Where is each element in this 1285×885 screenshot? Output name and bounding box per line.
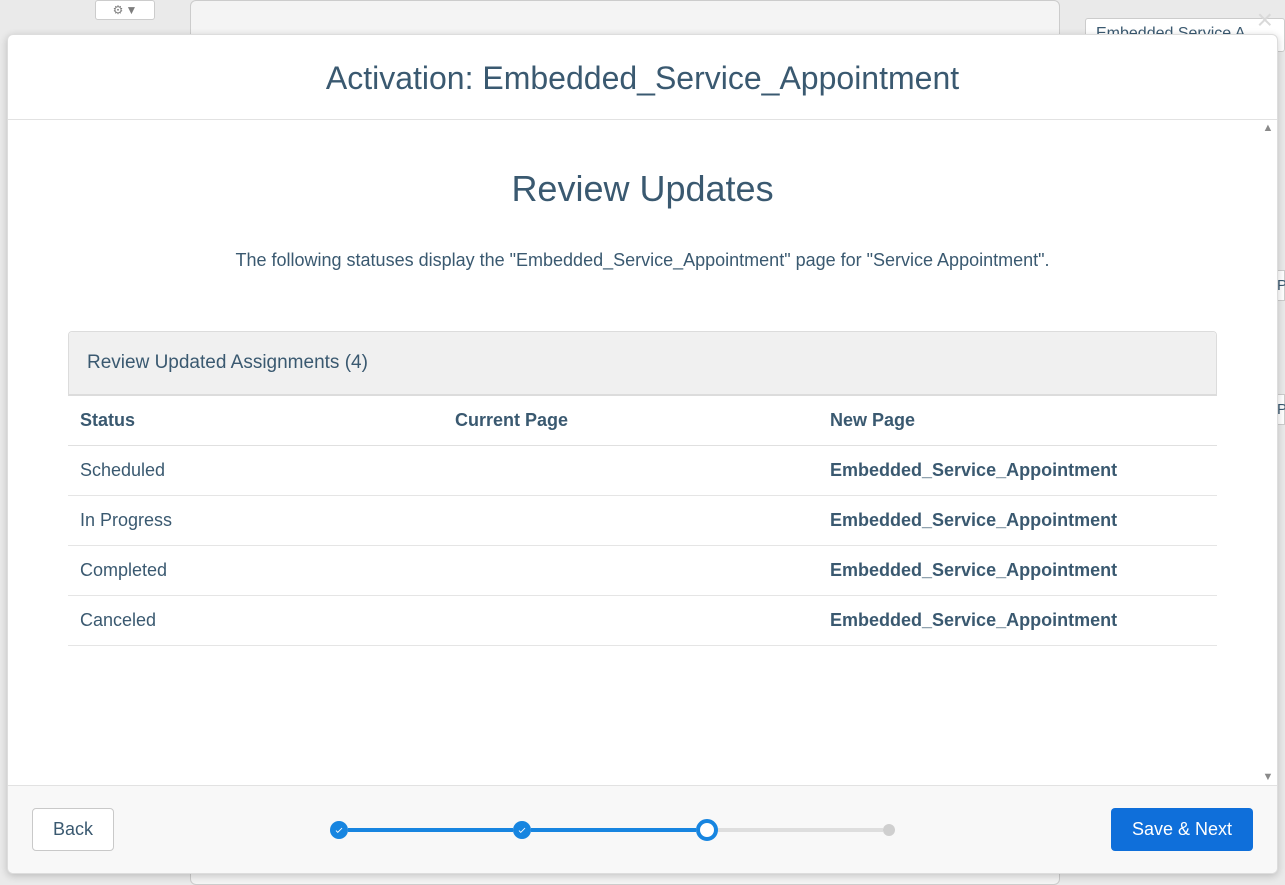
cell-new-page: Embedded_Service_Appointment [830, 610, 1205, 631]
progress-line [718, 828, 883, 832]
table-row: Canceled Embedded_Service_Appointment [68, 596, 1217, 646]
check-icon [334, 825, 344, 835]
bg-gear-button[interactable]: ⚙▼ [95, 0, 155, 20]
table-row: Completed Embedded_Service_Appointment [68, 546, 1217, 596]
check-icon [517, 825, 527, 835]
modal-title: Activation: Embedded_Service_Appointment [28, 60, 1257, 97]
cell-new-page: Embedded_Service_Appointment [830, 510, 1205, 531]
cell-status: In Progress [80, 510, 455, 531]
progress-step-4-upcoming[interactable] [883, 824, 895, 836]
cell-current [455, 510, 830, 531]
modal-header: Activation: Embedded_Service_Appointment [8, 35, 1277, 120]
cell-current [455, 460, 830, 481]
cell-new-page: Embedded_Service_Appointment [830, 560, 1205, 581]
table-row: In Progress Embedded_Service_Appointment [68, 496, 1217, 546]
activation-modal: Activation: Embedded_Service_Appointment… [7, 34, 1278, 874]
progress-line [531, 828, 696, 832]
assignments-table-header: Status Current Page New Page [68, 396, 1217, 446]
chevron-down-icon: ▼ [125, 3, 137, 17]
cell-status: Canceled [80, 610, 455, 631]
gear-icon: ⚙ [113, 3, 124, 17]
review-updates-subtitle: The following statuses display the "Embe… [68, 250, 1217, 271]
progress-step-2-complete[interactable] [513, 821, 531, 839]
cell-current [455, 610, 830, 631]
cell-current [455, 560, 830, 581]
cell-status: Completed [80, 560, 455, 581]
scroll-down-icon[interactable]: ▼ [1262, 771, 1274, 783]
back-button[interactable]: Back [32, 808, 114, 851]
progress-step-1-complete[interactable] [330, 821, 348, 839]
col-current-page: Current Page [455, 410, 830, 431]
save-next-button[interactable]: Save & Next [1111, 808, 1253, 851]
assignments-panel: Review Updated Assignments (4) [68, 331, 1217, 396]
table-row: Scheduled Embedded_Service_Appointment [68, 446, 1217, 496]
step-progress [330, 819, 895, 841]
col-status: Status [80, 410, 455, 431]
scroll-up-icon[interactable]: ▲ [1262, 122, 1274, 134]
assignments-panel-header: Review Updated Assignments (4) [69, 332, 1216, 395]
cell-new-page: Embedded_Service_Appointment [830, 460, 1205, 481]
col-new-page: New Page [830, 410, 1205, 431]
modal-footer: Back Save & Next [8, 785, 1277, 873]
cell-status: Scheduled [80, 460, 455, 481]
review-updates-title: Review Updates [68, 168, 1217, 210]
progress-step-3-current[interactable] [696, 819, 718, 841]
progress-line [348, 828, 513, 832]
close-button[interactable]: × [1257, 6, 1273, 34]
modal-body[interactable]: ▲ Review Updates The following statuses … [8, 120, 1277, 785]
